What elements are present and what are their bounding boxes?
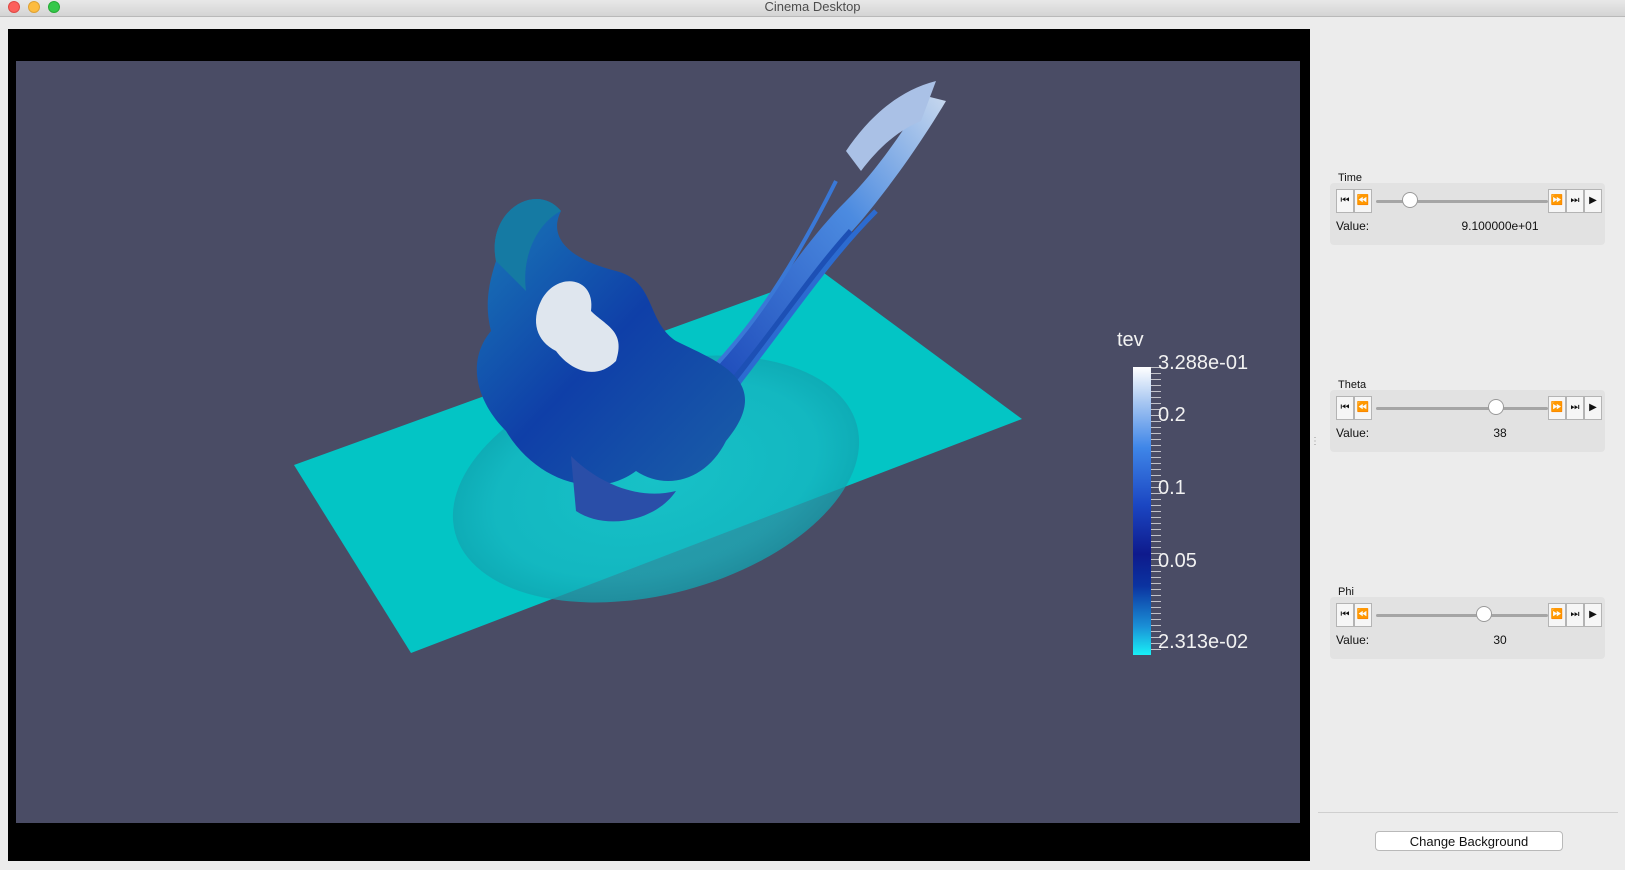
step-back-icon[interactable]: ⏪ xyxy=(1354,396,1372,420)
colorbar-label: 0.1 xyxy=(1158,477,1186,499)
skip-to-first-icon[interactable]: ⏮ xyxy=(1336,603,1354,627)
render-canvas[interactable]: tev 3.288e-01 0.2 0.1 0.05 2.313e-02 xyxy=(16,61,1300,823)
phi-slider[interactable] xyxy=(1376,614,1548,617)
play-icon[interactable]: ▶ xyxy=(1584,603,1602,627)
title-bar: Cinema Desktop xyxy=(0,0,1625,17)
splitter-handle[interactable]: ⋮ xyxy=(1310,436,1320,447)
phi-control-group: ⏮ ⏪ ⏩ ⏭ ▶ Value: 30 xyxy=(1330,597,1605,659)
colorbar-gradient xyxy=(1133,367,1151,655)
render-viewport[interactable]: tev 3.288e-01 0.2 0.1 0.05 2.313e-02 xyxy=(8,29,1310,861)
step-forward-icon[interactable]: ⏩ xyxy=(1548,396,1566,420)
phi-value: 30 xyxy=(1493,633,1507,647)
skip-to-last-icon[interactable]: ⏭ xyxy=(1566,396,1584,420)
skip-to-last-icon[interactable]: ⏭ xyxy=(1566,603,1584,627)
play-icon[interactable]: ▶ xyxy=(1584,189,1602,213)
colorbar-label: 0.2 xyxy=(1158,404,1186,426)
skip-to-first-icon[interactable]: ⏮ xyxy=(1336,189,1354,213)
theta-value: 38 xyxy=(1493,426,1507,440)
phi-value-label: Value: xyxy=(1336,633,1370,647)
skip-to-last-icon[interactable]: ⏭ xyxy=(1566,189,1584,213)
theta-control-group: ⏮ ⏪ ⏩ ⏭ ▶ Value: 38 xyxy=(1330,390,1605,452)
skip-to-first-icon[interactable]: ⏮ xyxy=(1336,396,1354,420)
theta-slider[interactable] xyxy=(1376,407,1548,410)
colorbar-min-label: 2.313e-02 xyxy=(1158,631,1249,653)
play-icon[interactable]: ▶ xyxy=(1584,396,1602,420)
colorbar-label: 0.05 xyxy=(1158,550,1197,572)
theta-slider-thumb[interactable] xyxy=(1488,399,1505,415)
time-control-group: ⏮ ⏪ ⏩ ⏭ ▶ Value: 9.100000e+01 xyxy=(1330,183,1605,245)
step-back-icon[interactable]: ⏪ xyxy=(1354,189,1372,213)
time-value: 9.100000e+01 xyxy=(1461,219,1539,233)
phi-slider-thumb[interactable] xyxy=(1476,606,1493,622)
change-background-button[interactable]: Change Background xyxy=(1375,831,1563,851)
step-forward-icon[interactable]: ⏩ xyxy=(1548,603,1566,627)
window-title: Cinema Desktop xyxy=(764,0,861,14)
theta-value-label: Value: xyxy=(1336,426,1370,440)
rendered-scene-image xyxy=(294,81,1022,653)
step-back-icon[interactable]: ⏪ xyxy=(1354,603,1372,627)
colorbar-title: tev xyxy=(1117,329,1144,351)
panel-divider xyxy=(1318,812,1618,813)
time-value-label: Value: xyxy=(1336,219,1370,233)
time-slider-thumb[interactable] xyxy=(1402,192,1419,208)
step-forward-icon[interactable]: ⏩ xyxy=(1548,189,1566,213)
colorbar-max-label: 3.288e-01 xyxy=(1158,352,1249,374)
